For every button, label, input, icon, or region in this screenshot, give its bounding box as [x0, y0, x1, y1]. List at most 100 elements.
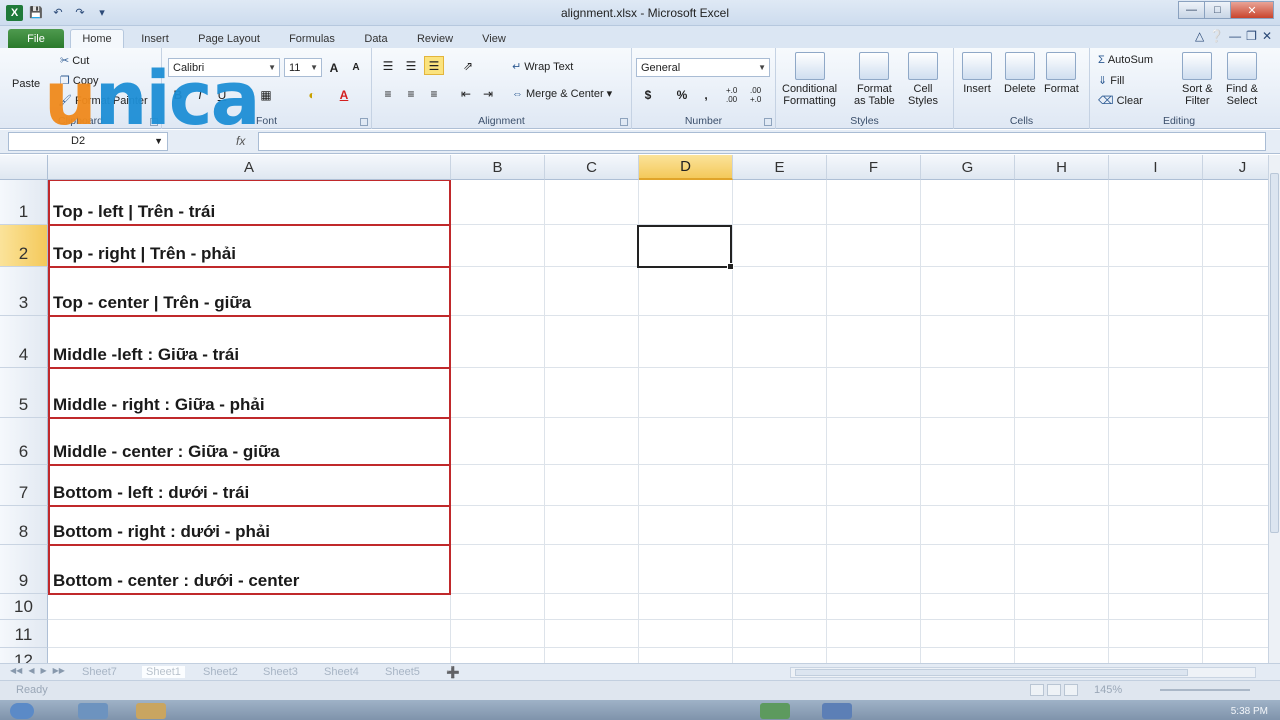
- vertical-scroll-thumb[interactable]: [1270, 173, 1279, 533]
- insert-cells-button[interactable]: Insert: [962, 52, 992, 95]
- cell-a5[interactable]: Middle - right : Giữa - phải: [48, 368, 451, 419]
- row-header-6[interactable]: 6: [0, 418, 48, 465]
- column-header-e[interactable]: E: [733, 155, 827, 180]
- cell-a3[interactable]: Top - center | Trên - giữa: [48, 267, 451, 317]
- horizontal-scroll-thumb[interactable]: [795, 669, 1188, 676]
- formula-input[interactable]: [258, 132, 1266, 151]
- page-break-view-icon[interactable]: [1064, 684, 1078, 696]
- cell-a4[interactable]: Middle -left : Giữa - trái: [48, 316, 451, 369]
- decrease-indent-icon[interactable]: ⇤: [456, 84, 476, 103]
- percent-button[interactable]: %: [672, 85, 692, 104]
- fill-button[interactable]: ⇓ Fill: [1098, 74, 1124, 88]
- number-format-combo[interactable]: General ▼: [636, 58, 770, 77]
- tab-formulas[interactable]: Formulas: [280, 29, 344, 48]
- align-center-icon[interactable]: ≡: [401, 84, 421, 103]
- delete-cells-button[interactable]: Delete: [1004, 52, 1036, 95]
- insert-function-icon[interactable]: fx: [236, 134, 245, 148]
- comma-button[interactable]: ,: [696, 85, 716, 104]
- font-launcher-icon[interactable]: [360, 118, 368, 126]
- zoom-level[interactable]: 145%: [1094, 684, 1122, 696]
- taskbar-folder-icon[interactable]: [136, 703, 166, 719]
- number-launcher-icon[interactable]: [764, 118, 772, 126]
- currency-button[interactable]: $: [638, 85, 658, 104]
- page-layout-view-icon[interactable]: [1047, 684, 1061, 696]
- name-box[interactable]: D2 ▼: [8, 132, 168, 151]
- row-header-3[interactable]: 3: [0, 267, 48, 316]
- sheet-tab-sheet5[interactable]: Sheet5: [385, 666, 420, 678]
- help-icon[interactable]: ❔: [1209, 29, 1224, 43]
- workbook-restore-icon[interactable]: ❐: [1246, 29, 1257, 43]
- clear-button[interactable]: ⌫ Clear: [1098, 94, 1143, 108]
- shrink-font-button[interactable]: A: [346, 58, 366, 77]
- tab-data[interactable]: Data: [355, 29, 397, 48]
- conditional-formatting-button[interactable]: Conditional Formatting: [782, 52, 837, 107]
- autosum-button[interactable]: Σ AutoSum: [1098, 54, 1153, 66]
- row-header-8[interactable]: 8: [0, 506, 48, 545]
- sheet-tab-sheet1[interactable]: Sheet1: [142, 666, 185, 678]
- ribbon-collapse-icon[interactable]: △: [1195, 29, 1204, 43]
- increase-indent-icon[interactable]: ⇥: [478, 84, 498, 103]
- merge-center-button[interactable]: ⇔ Merge & Center ▾: [512, 87, 612, 101]
- row-header-9[interactable]: 9: [0, 545, 48, 594]
- taskbar-word-icon[interactable]: [822, 703, 852, 719]
- row-header-4[interactable]: 4: [0, 316, 48, 368]
- fill-color-button[interactable]: ◐: [302, 85, 322, 104]
- normal-view-icon[interactable]: [1030, 684, 1044, 696]
- close-button[interactable]: ✕: [1230, 1, 1274, 19]
- cell-a1[interactable]: Top - left | Trên - trái: [48, 180, 451, 226]
- maximize-button[interactable]: □: [1204, 1, 1231, 19]
- align-middle-icon[interactable]: ☰: [401, 56, 421, 75]
- find-select-button[interactable]: Find & Select: [1226, 52, 1258, 107]
- alignment-launcher-icon[interactable]: [620, 118, 628, 126]
- row-header-12[interactable]: 12: [0, 648, 48, 663]
- wrap-text-button[interactable]: ↵ Wrap Text: [512, 60, 573, 74]
- row-header-10[interactable]: 10: [0, 594, 48, 620]
- taskbar-excel-icon[interactable]: [760, 703, 790, 719]
- column-header-i[interactable]: I: [1109, 155, 1203, 180]
- row-header-2[interactable]: 2: [0, 225, 48, 267]
- cell-a8[interactable]: Bottom - right : dưới - phải: [48, 506, 451, 546]
- decrease-decimal-button[interactable]: .00 +.0: [750, 85, 772, 104]
- cell-styles-button[interactable]: Cell Styles: [908, 52, 938, 107]
- first-sheet-icon[interactable]: ◀◀: [10, 666, 22, 675]
- workbook-minimize-icon[interactable]: —: [1229, 29, 1241, 43]
- column-header-d[interactable]: D: [639, 155, 733, 180]
- row-header-5[interactable]: 5: [0, 368, 48, 418]
- column-header-j[interactable]: J: [1203, 155, 1268, 180]
- orientation-icon[interactable]: ⇗: [458, 56, 478, 75]
- align-right-icon[interactable]: ≡: [424, 84, 444, 103]
- prev-sheet-icon[interactable]: ◀: [28, 666, 34, 675]
- increase-decimal-button[interactable]: +.0 .00: [726, 85, 748, 104]
- font-size-combo[interactable]: 11 ▼: [284, 58, 322, 77]
- grow-font-button[interactable]: A: [324, 58, 344, 77]
- cell-a2[interactable]: Top - right | Trên - phải: [48, 225, 451, 268]
- cell-a7[interactable]: Bottom - left : dưới - trái: [48, 465, 451, 507]
- column-header-a[interactable]: A: [48, 155, 451, 180]
- worksheet-grid[interactable]: A B C D E F G H I J 1 Top - left | Trên - trái 2 Top …: [0, 155, 1268, 663]
- start-button-icon[interactable]: [10, 703, 34, 719]
- next-sheet-icon[interactable]: ▶: [40, 666, 46, 675]
- minimize-button[interactable]: —: [1178, 1, 1205, 19]
- column-header-c[interactable]: C: [545, 155, 639, 180]
- zoom-slider[interactable]: [1160, 689, 1250, 691]
- column-header-g[interactable]: G: [921, 155, 1015, 180]
- select-all-corner[interactable]: [0, 155, 48, 180]
- horizontal-scrollbar[interactable]: [790, 667, 1256, 678]
- sheet-tab-sheet4[interactable]: Sheet4: [324, 666, 359, 678]
- last-sheet-icon[interactable]: ▶▶: [53, 666, 65, 675]
- align-top-icon[interactable]: ☰: [378, 56, 398, 75]
- tab-page-layout[interactable]: Page Layout: [190, 29, 268, 48]
- column-header-h[interactable]: H: [1015, 155, 1109, 180]
- cell-a6[interactable]: Middle - center : Giữa - giữa: [48, 418, 451, 466]
- vertical-scrollbar[interactable]: [1268, 155, 1280, 663]
- sheet-tab-sheet2[interactable]: Sheet2: [203, 666, 238, 678]
- borders-button[interactable]: ▦: [256, 85, 276, 104]
- cell-a9[interactable]: Bottom - center : dưới - center: [48, 545, 451, 595]
- sort-filter-button[interactable]: Sort & Filter: [1182, 52, 1213, 107]
- align-bottom-icon[interactable]: ☰: [424, 56, 444, 75]
- sheet-tab-sheet7[interactable]: Sheet7: [82, 666, 117, 678]
- tab-view[interactable]: View: [472, 29, 516, 48]
- format-as-table-button[interactable]: Format as Table: [854, 52, 895, 107]
- workbook-close-icon[interactable]: ✕: [1262, 29, 1272, 43]
- sheet-tab-sheet3[interactable]: Sheet3: [263, 666, 298, 678]
